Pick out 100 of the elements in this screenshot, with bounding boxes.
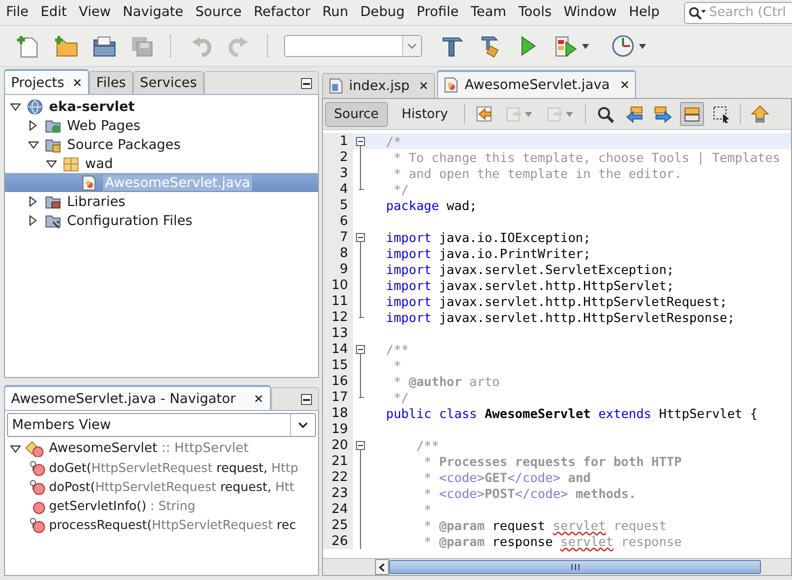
- menu-item[interactable]: Source: [189, 0, 248, 25]
- search-field[interactable]: Search (Ctrl: [684, 2, 792, 24]
- expand-icon[interactable]: [29, 196, 37, 207]
- menu-item[interactable]: Team: [464, 0, 512, 25]
- tree-item[interactable]: Libraries: [67, 194, 126, 210]
- panel-tab[interactable]: Services: [132, 71, 204, 94]
- package-folder-icon: [45, 136, 61, 152]
- menu-item[interactable]: Debug: [354, 0, 411, 25]
- chevron-down-icon: [407, 43, 417, 49]
- line-number: 18: [330, 406, 348, 420]
- member-item[interactable]: getServletInfo() : String: [49, 498, 196, 513]
- line-number: 19: [330, 422, 348, 436]
- fold-icon[interactable]: [356, 137, 364, 146]
- menu-item[interactable]: Run: [316, 0, 354, 25]
- close-button[interactable]: ✕: [72, 76, 82, 90]
- editor-tool-button[interactable]: [680, 102, 704, 126]
- shift-up-icon: [750, 105, 769, 123]
- menu-item[interactable]: Tools: [512, 0, 558, 25]
- tree-item[interactable]: Source Packages: [67, 136, 181, 152]
- member-item[interactable]: doPost(HttpServletRequest request, Htt: [49, 479, 294, 494]
- menu-item[interactable]: Profile: [410, 0, 465, 25]
- code-line: /**: [415, 438, 440, 452]
- collapse-icon[interactable]: [28, 140, 38, 148]
- code-line: import javax.servlet.http.HttpServletRequest;: [386, 294, 728, 308]
- line-number: 6: [338, 214, 348, 228]
- code-line: * Processes requests for both HTTP: [422, 454, 682, 468]
- next-occurrence-icon: [654, 105, 672, 123]
- protected-method-icon: [29, 478, 45, 494]
- protected-method-icon: [29, 460, 45, 476]
- line-number: 14: [330, 342, 348, 356]
- new-file-icon: [16, 34, 40, 58]
- fold-icon[interactable]: [356, 233, 364, 242]
- member-item[interactable]: doGet(HttpServletRequest request, Http: [49, 460, 298, 475]
- line-number: 22: [330, 470, 348, 484]
- code-line: */: [392, 390, 409, 404]
- save-icon: [130, 34, 154, 58]
- collapse-icon[interactable]: [10, 444, 20, 452]
- collapse-icon[interactable]: [10, 102, 20, 110]
- close-button[interactable]: ✕: [620, 78, 630, 92]
- line-number: 9: [338, 262, 348, 276]
- highlight-icon: [682, 105, 701, 123]
- panel-tab[interactable]: AwesomeServlet.java - Navigator ✕: [4, 385, 271, 410]
- jsp-file-icon: [328, 78, 344, 94]
- menu-item[interactable]: Navigate: [116, 0, 190, 25]
- selection-icon: [712, 105, 730, 123]
- close-button[interactable]: ✕: [254, 392, 264, 406]
- scrollbar-thumb[interactable]: [389, 560, 761, 574]
- line-number: 7: [338, 230, 348, 244]
- menu-item[interactable]: Help: [622, 0, 666, 25]
- view-dropdown[interactable]: Members View: [7, 413, 316, 437]
- java-file-icon: [81, 174, 97, 190]
- view-tab[interactable]: History: [392, 102, 457, 126]
- minimize-icon[interactable]: [301, 394, 312, 404]
- tree-item[interactable]: wad: [85, 156, 113, 172]
- caret-icon: [566, 112, 573, 116]
- menu-item[interactable]: Edit: [34, 0, 73, 25]
- tree-item[interactable]: Web Pages: [67, 118, 140, 134]
- folder-icon: [92, 34, 116, 58]
- code-line: /*: [386, 134, 402, 148]
- menu-item[interactable]: File: [0, 0, 35, 25]
- code-line: * <code>POST</code> methods.: [422, 486, 636, 500]
- line-number: 12: [330, 310, 348, 324]
- close-button[interactable]: ✕: [418, 79, 429, 93]
- panel-tab[interactable]: Projects ✕: [4, 69, 90, 94]
- class-icon: [25, 440, 45, 456]
- panel-tab[interactable]: Files: [89, 71, 133, 94]
- tree-item[interactable]: Configuration Files: [67, 212, 192, 228]
- line-number: 26: [330, 534, 348, 548]
- collapse-icon[interactable]: [46, 160, 56, 168]
- code-line: package wad;: [386, 198, 477, 212]
- expand-icon[interactable]: [29, 215, 37, 226]
- line-number: 8: [338, 246, 348, 260]
- protected-method-icon: [29, 516, 45, 532]
- find-icon: [596, 105, 614, 123]
- tree-item[interactable]: eka-servlet: [49, 98, 135, 114]
- menu-item[interactable]: Window: [558, 0, 623, 25]
- java-file-icon: [442, 77, 459, 93]
- class-item[interactable]: AwesomeServlet :: HttpServlet: [49, 441, 249, 456]
- line-number: 21: [330, 454, 348, 468]
- expand-icon[interactable]: [29, 120, 37, 131]
- code-line: import javax.servlet.http.HttpServletResponse;: [386, 310, 735, 324]
- editor-tab[interactable]: index.jsp ✕: [322, 73, 435, 98]
- line-number: 11: [330, 294, 348, 308]
- chevron-down-icon: [298, 422, 308, 428]
- web-folder-icon: [45, 118, 61, 134]
- fold-icon[interactable]: [356, 441, 364, 450]
- minimize-icon[interactable]: [301, 78, 312, 88]
- last-edit-icon: [474, 105, 493, 123]
- editor-tab[interactable]: AwesomeServlet.java ✕: [436, 70, 636, 98]
- fold-icon[interactable]: [356, 345, 364, 354]
- menu-item[interactable]: Refactor: [248, 0, 316, 25]
- line-number: 15: [330, 358, 348, 372]
- line-number: 10: [330, 278, 348, 292]
- menu-item[interactable]: View: [72, 0, 117, 25]
- view-tab[interactable]: Source: [325, 102, 388, 126]
- config-folder-icon: [45, 212, 61, 228]
- member-item[interactable]: processRequest(HttpServletRequest rec: [49, 517, 296, 532]
- caret-icon: [582, 44, 589, 48]
- scroll-left-button[interactable]: [375, 559, 389, 575]
- code-line: import java.io.IOException;: [386, 230, 591, 244]
